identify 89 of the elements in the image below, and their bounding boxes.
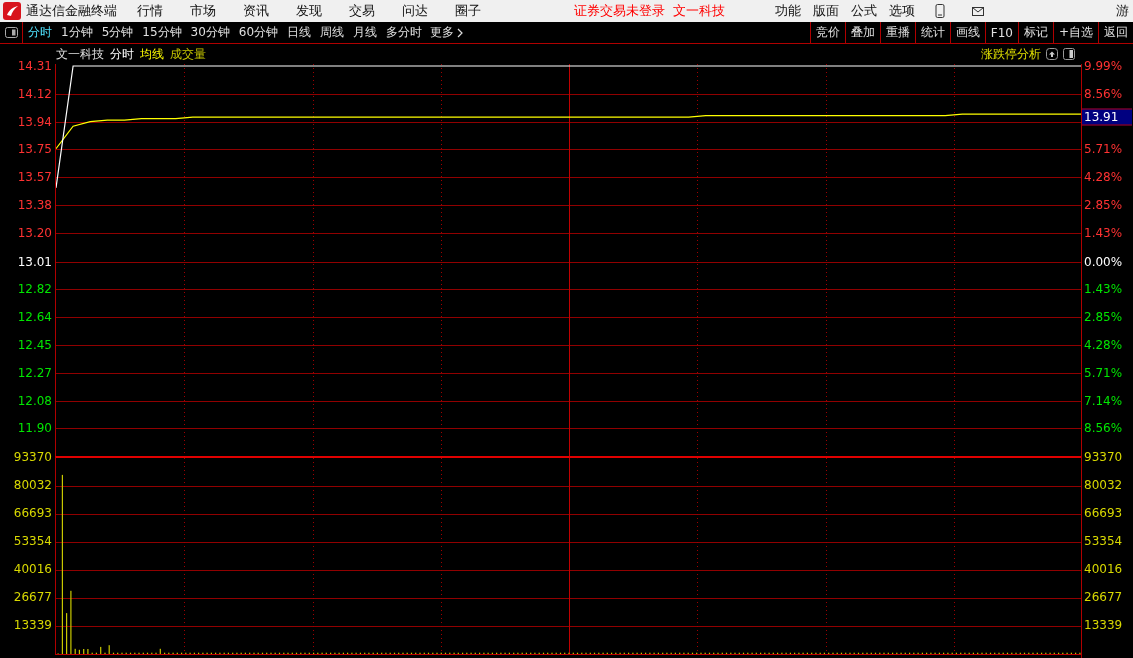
volume-axis-label: 93370 [13, 450, 52, 464]
mail-icon[interactable] [971, 5, 985, 17]
percent-axis-label: 1.43% [1084, 282, 1123, 297]
price-axis-label: 13.01 [17, 254, 52, 269]
price-axis-label: 13.94 [17, 114, 52, 129]
price-axis-label: 12.27 [17, 365, 52, 380]
toolbar-button[interactable]: 统计 [914, 22, 950, 43]
percent-axis-label: 2.85% [1084, 310, 1123, 325]
legend-label: 成交量 [170, 45, 206, 63]
price-axis-label: 14.31 [17, 59, 52, 73]
price-axis-label: 12.82 [17, 282, 52, 297]
price-axis-label: 14.12 [17, 86, 52, 101]
more-button[interactable]: 更多 [426, 22, 468, 43]
percent-axis-label: 0.00% [1084, 254, 1123, 269]
volume-axis-label: 93370 [1084, 450, 1123, 464]
volume-axis-label: 53354 [13, 534, 52, 548]
limit-analysis-link[interactable]: 涨跌停分析 [981, 45, 1041, 63]
toolbar-button[interactable]: 重播 [879, 22, 915, 43]
menu-item[interactable]: 资讯 [243, 2, 269, 20]
percent-axis-label: 8.56% [1084, 86, 1123, 101]
toolbar-button[interactable]: F10 [984, 22, 1018, 43]
panel-toggle-icon[interactable] [1063, 48, 1075, 60]
menu-item[interactable]: 行情 [137, 2, 163, 20]
volume-axis-label: 40016 [13, 562, 52, 576]
app-name: 通达信金融终端 [26, 2, 117, 20]
period-tab[interactable]: 周线 [316, 22, 349, 43]
volume-axis-label: 80032 [1084, 478, 1123, 492]
toolbar-button[interactable]: 返回 [1098, 22, 1133, 43]
app-logo-icon [3, 2, 21, 20]
percent-axis-label: 4.28% [1084, 337, 1123, 352]
period-tab[interactable]: 月线 [349, 22, 382, 43]
percent-axis-label: 1.43% [1084, 225, 1123, 240]
period-tab[interactable]: 15分钟 [138, 22, 186, 43]
period-tab[interactable]: 1分钟 [57, 22, 97, 43]
menu-item[interactable]: 市场 [190, 2, 216, 20]
period-tab[interactable]: 分时 [24, 22, 56, 43]
price-axis-label: 11.90 [17, 421, 52, 436]
menu-item[interactable]: 公式 [851, 2, 877, 20]
volume-axis-label: 66693 [13, 506, 52, 520]
volume-axis-label: 40016 [1084, 562, 1123, 576]
percent-axis-label: 5.71% [1084, 365, 1123, 380]
price-axis-label: 13.38 [17, 198, 52, 213]
price-axis-label: 13.75 [17, 142, 52, 157]
volume-axis-label: 13339 [1084, 618, 1123, 632]
menu-item[interactable]: 圈子 [455, 2, 481, 20]
period-tab[interactable]: 30分钟 [186, 22, 234, 43]
menu-item[interactable]: 交易 [349, 2, 375, 20]
percent-axis-label: 2.85% [1084, 198, 1123, 213]
period-tab[interactable]: 5分钟 [97, 22, 138, 43]
phone-icon[interactable] [935, 4, 945, 18]
price-axis-label: 12.08 [17, 393, 52, 408]
menu-item[interactable]: 版面 [813, 2, 839, 20]
percent-axis-label: 7.14% [1084, 393, 1123, 408]
volume-axis-label: 66693 [1084, 506, 1123, 520]
legend-label: 文一科技 [56, 45, 104, 63]
menu-item[interactable]: 功能 [775, 2, 801, 20]
volume-axis-label: 26677 [13, 590, 52, 604]
toolbar-button[interactable]: +自选 [1052, 22, 1098, 43]
toolbar-button[interactable]: 竞价 [809, 22, 845, 43]
period-tab[interactable]: 多分时 [382, 22, 427, 43]
toolbar-button[interactable]: 标记 [1017, 22, 1053, 43]
percent-axis-label: 8.56% [1084, 421, 1123, 436]
toolbar-button[interactable]: 叠加 [844, 22, 880, 43]
menu-item[interactable]: 问达 [402, 2, 428, 20]
stock-name: 文一科技 [673, 2, 725, 20]
last-price-tag: 13.91 [1082, 108, 1132, 126]
price-axis-label: 12.64 [17, 310, 52, 325]
volume-axis-label: 13339 [13, 618, 52, 632]
volume-axis-label: 26677 [1084, 590, 1123, 604]
volume-axis-label: 53354 [1084, 534, 1123, 548]
sidebar-toggle-icon[interactable] [4, 27, 18, 38]
menu-item[interactable]: 发现 [296, 2, 322, 20]
login-status[interactable]: 证券交易未登录 [574, 2, 665, 20]
percent-axis-label: 5.71% [1084, 142, 1123, 157]
percent-axis-label: 4.28% [1084, 170, 1123, 185]
period-tab[interactable]: 日线 [283, 22, 316, 43]
upload-icon[interactable] [1046, 48, 1058, 60]
price-axis-label: 12.45 [17, 337, 52, 352]
volume-axis-label: 80032 [13, 478, 52, 492]
user-label[interactable]: 游 [1116, 2, 1129, 20]
chevron-right-icon [457, 27, 464, 38]
legend-label: 分时 [110, 45, 134, 63]
toolbar-button[interactable]: 画线 [949, 22, 985, 43]
price-axis-label: 13.57 [17, 170, 52, 185]
price-axis-label: 13.20 [17, 225, 52, 240]
legend-label: 均线 [140, 45, 164, 63]
period-tab[interactable]: 60分钟 [234, 22, 283, 43]
percent-axis-label: 9.99% [1084, 59, 1123, 73]
menu-item[interactable]: 选项 [889, 2, 915, 20]
